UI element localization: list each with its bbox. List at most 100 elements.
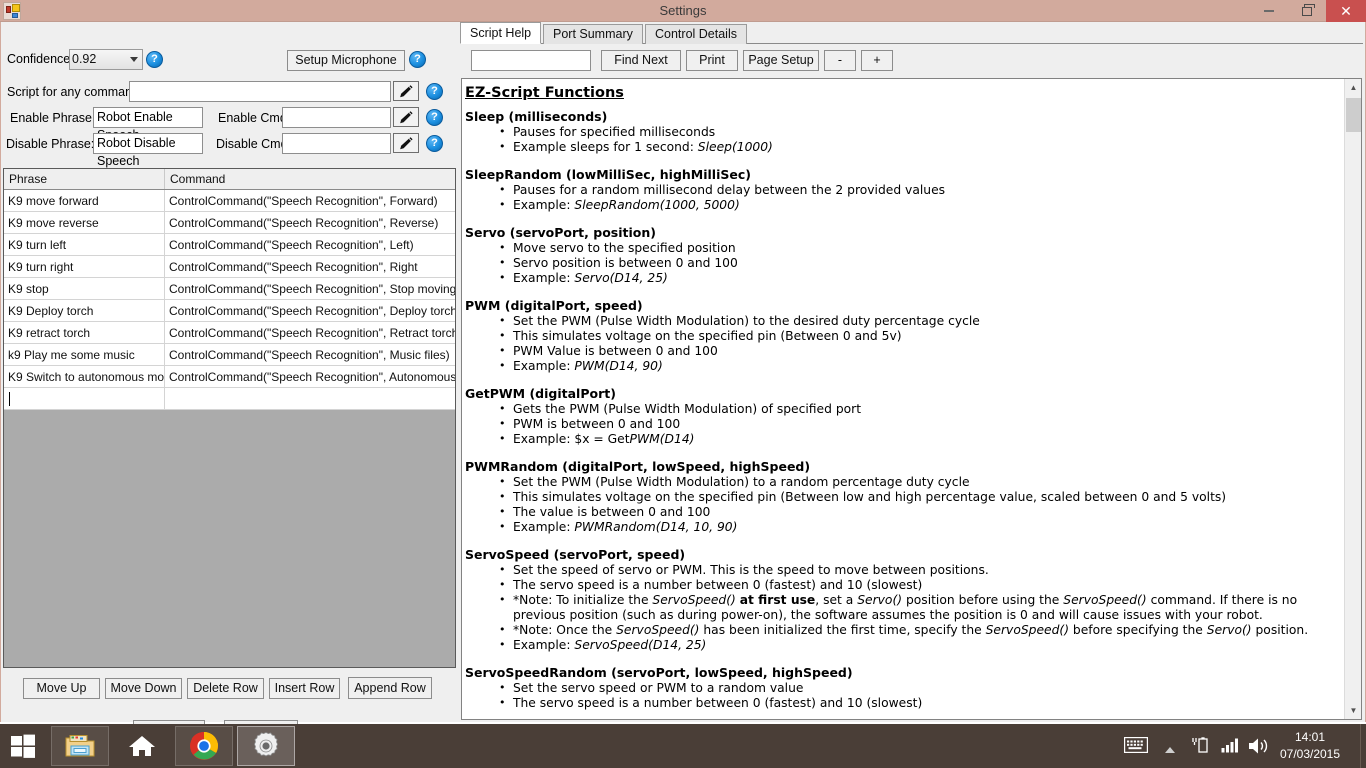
taskbar-item-settings[interactable] [237,726,295,766]
cell-command[interactable]: ControlCommand("Speech Recognition", Rev… [165,212,456,233]
insert-row-button[interactable]: Insert Row [269,678,340,699]
cell-command[interactable]: ControlCommand("Speech Recognition", Aut… [165,366,456,387]
disable-cmd-label: Disable Cmd: [216,134,291,154]
taskbar-item-chrome[interactable] [175,726,233,766]
search-input[interactable] [471,50,591,71]
keyboard-icon[interactable] [1124,737,1148,758]
function-heading: ServoSpeed (servoPort, speed) [465,547,1338,562]
disable-cmd-input[interactable] [282,133,391,154]
move-down-button[interactable]: Move Down [105,678,182,699]
code-sample: PWM(D14, 90) [574,359,662,373]
function-heading: Servo (servoPort, position) [465,225,1338,240]
taskbar-clock[interactable]: 14:01 07/03/2015 [1264,729,1356,763]
tab-script-help[interactable]: Script Help [460,22,541,44]
cell-phrase[interactable]: K9 Deploy torch [4,300,165,321]
bullet-text: before specifying the [1069,623,1207,637]
cell-command[interactable]: ControlCommand("Speech Recognition", For… [165,190,456,211]
move-up-button[interactable]: Move Up [23,678,100,699]
table-row[interactable]: K9 move reverseControlCommand("Speech Re… [4,212,455,234]
list-item: Example: Servo(D14, 25) [499,271,1338,286]
table-row[interactable] [4,388,455,410]
cell-phrase[interactable]: K9 stop [4,278,165,299]
cell-phrase[interactable]: K9 turn left [4,234,165,255]
show-desktop-button[interactable] [1360,724,1366,768]
maximize-restore-button[interactable] [1288,0,1326,22]
table-row[interactable]: K9 move forwardControlCommand("Speech Re… [4,190,455,212]
disable-cmd-edit-button[interactable] [393,133,419,153]
phrase-command-grid[interactable]: Phrase Command K9 move forwardControlCom… [3,168,456,668]
table-row[interactable]: K9 retract torchControlCommand("Speech R… [4,322,455,344]
cell-command[interactable]: ControlCommand("Speech Recognition", Dep… [165,300,456,321]
help-document-content: EZ-Script Functions Sleep (milliseconds)… [462,79,1344,719]
cell-phrase[interactable]: K9 turn right [4,256,165,277]
column-header-phrase[interactable]: Phrase [4,169,165,189]
confidence-dropdown[interactable]: 0.92 [69,49,143,70]
bullet-text: Set the PWM (Pulse Width Modulation) to … [513,475,970,489]
function-bullet-list: Move servo to the specified positionServ… [465,241,1338,286]
list-item: Gets the PWM (Pulse Width Modulation) of… [499,402,1338,417]
table-row[interactable]: k9 Play me some musicControlCommand("Spe… [4,344,455,366]
script-any-command-edit-button[interactable] [393,81,419,101]
delete-row-button[interactable]: Delete Row [187,678,264,699]
enable-cmd-help-icon[interactable]: ? [426,109,443,126]
disable-phrase-input[interactable]: Robot Disable Speech [93,133,203,154]
confidence-help-icon[interactable]: ? [146,51,163,68]
scroll-up-icon[interactable]: ▲ [1345,79,1362,96]
list-item: Example: PWMRandom(D14, 10, 90) [499,520,1338,535]
cell-phrase[interactable]: k9 Play me some music [4,344,165,365]
append-row-button[interactable]: Append Row [348,677,432,699]
cell-phrase[interactable]: K9 move forward [4,190,165,211]
window-title: Settings [0,0,1366,22]
cell-command[interactable]: ControlCommand("Speech Recognition", Ret… [165,322,456,343]
list-item: The servo speed is a number between 0 (f… [499,696,1338,711]
taskbar-item-file-explorer[interactable] [51,726,109,766]
cell-command[interactable]: ControlCommand("Speech Recognition", Sto… [165,278,456,299]
tab-port-summary[interactable]: Port Summary [543,24,643,44]
scrollbar-thumb[interactable] [1346,98,1361,132]
cell-phrase[interactable]: K9 retract torch [4,322,165,343]
page-setup-button[interactable]: Page Setup [743,50,819,71]
show-hidden-icons-icon[interactable] [1164,741,1176,759]
tab-control-details[interactable]: Control Details [645,24,747,44]
cell-command[interactable] [165,388,456,409]
column-header-command[interactable]: Command [165,169,456,189]
cell-phrase[interactable] [4,388,165,409]
enable-cmd-input[interactable] [282,107,391,128]
cell-phrase[interactable]: K9 move reverse [4,212,165,233]
cell-phrase[interactable]: K9 Switch to autonomous mode [4,366,165,387]
table-row[interactable]: K9 Deploy torchControlCommand("Speech Re… [4,300,455,322]
clock-time: 14:01 [1264,729,1356,746]
setup-microphone-button[interactable]: Setup Microphone [287,50,405,71]
disable-cmd-help-icon[interactable]: ? [426,135,443,152]
cell-command[interactable]: ControlCommand("Speech Recognition", Lef… [165,234,456,255]
usb-battery-icon[interactable] [1189,737,1209,759]
print-button[interactable]: Print [686,50,738,71]
table-row[interactable]: K9 stopControlCommand("Speech Recognitio… [4,278,455,300]
enable-phrase-input[interactable]: Robot Enable Speech [93,107,203,128]
scroll-down-icon[interactable]: ▼ [1345,702,1362,719]
script-any-command-input[interactable] [129,81,391,102]
windows-taskbar: 14:01 07/03/2015 [0,724,1366,768]
settings-window-body: Confidence: 0.92 ? Setup Microphone ? Sc… [0,22,1366,722]
start-button[interactable] [0,724,46,768]
table-row[interactable]: K9 Switch to autonomous modeControlComma… [4,366,455,388]
zoom-out-button[interactable]: - [824,50,856,71]
clock-date: 07/03/2015 [1264,746,1356,763]
enable-cmd-edit-button[interactable] [393,107,419,127]
minimize-button[interactable] [1250,0,1288,22]
doc-title: EZ-Script Functions [465,85,1338,101]
find-next-button[interactable]: Find Next [601,50,681,71]
cell-command[interactable]: ControlCommand("Speech Recognition", Mus… [165,344,456,365]
help-scrollbar[interactable]: ▲ ▼ [1344,79,1361,719]
taskbar-item-home[interactable] [113,726,171,766]
table-row[interactable]: K9 turn rightControlCommand("Speech Reco… [4,256,455,278]
function-bullet-list: Set the servo speed or PWM to a random v… [465,681,1338,711]
list-item: PWM is between 0 and 100 [499,417,1338,432]
signal-strength-icon[interactable] [1221,737,1241,758]
table-row[interactable]: K9 turn leftControlCommand("Speech Recog… [4,234,455,256]
close-button[interactable]: ✕ [1326,0,1366,22]
cell-command[interactable]: ControlCommand("Speech Recognition", Rig… [165,256,456,277]
setup-microphone-help-icon[interactable]: ? [409,51,426,68]
script-any-command-help-icon[interactable]: ? [426,83,443,100]
zoom-in-button[interactable]: + [861,50,893,71]
